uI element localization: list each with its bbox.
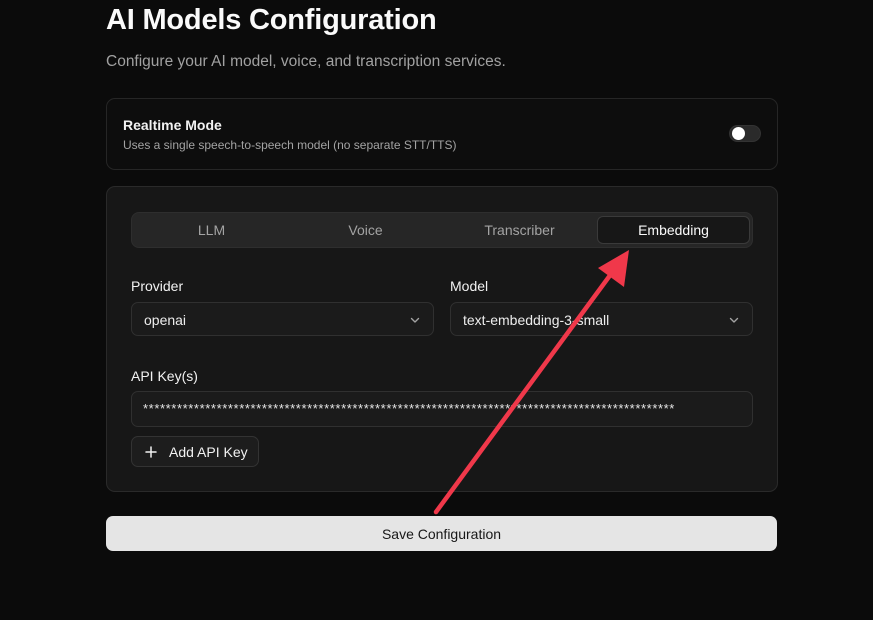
realtime-mode-label: Realtime Mode xyxy=(123,117,222,133)
service-tabs: LLM Voice Transcriber Embedding xyxy=(131,212,753,248)
realtime-mode-description: Uses a single speech-to-speech model (no… xyxy=(123,138,457,152)
page-subtitle: Configure your AI model, voice, and tran… xyxy=(106,53,506,70)
realtime-mode-toggle[interactable] xyxy=(729,125,761,142)
save-configuration-button[interactable]: Save Configuration xyxy=(106,516,777,551)
page-title: AI Models Configuration xyxy=(106,4,437,36)
provider-select-value: openai xyxy=(144,312,187,328)
model-select-value: text-embedding-3-small xyxy=(463,312,610,328)
api-key-input[interactable]: ****************************************… xyxy=(131,391,753,427)
provider-select[interactable]: openai xyxy=(131,302,434,336)
realtime-mode-card: Realtime Mode Uses a single speech-to-sp… xyxy=(106,98,778,170)
toggle-knob xyxy=(732,127,745,140)
tab-transcriber[interactable]: Transcriber xyxy=(443,216,596,244)
add-api-key-label: Add API Key xyxy=(169,444,248,460)
tab-embedding[interactable]: Embedding xyxy=(597,216,750,244)
api-key-label: API Key(s) xyxy=(131,368,198,384)
add-api-key-button[interactable]: Add API Key xyxy=(131,436,259,467)
chevron-down-icon xyxy=(729,317,739,323)
plus-icon xyxy=(145,446,157,458)
tab-llm[interactable]: LLM xyxy=(135,216,288,244)
chevron-down-icon xyxy=(410,317,420,323)
provider-label: Provider xyxy=(131,278,184,294)
model-label: Model xyxy=(450,278,489,294)
model-config-card: LLM Voice Transcriber Embedding Provider… xyxy=(106,186,778,492)
page: AI Models Configuration Configure your A… xyxy=(0,0,873,620)
tab-voice[interactable]: Voice xyxy=(289,216,442,244)
model-select[interactable]: text-embedding-3-small xyxy=(450,302,753,336)
